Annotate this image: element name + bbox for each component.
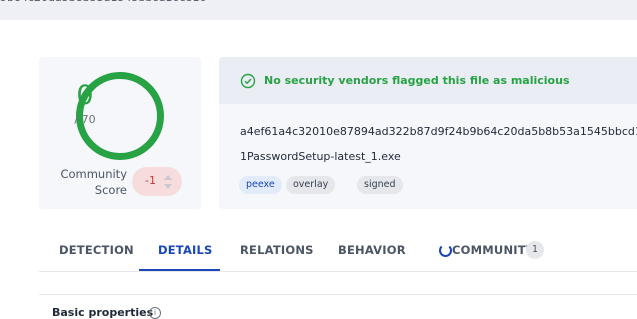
tag-signed[interactable]: signed	[357, 176, 403, 194]
verdict-text: No security vendors flagged this file as…	[264, 74, 570, 87]
tag-overlay[interactable]: overlay	[286, 176, 336, 194]
section-divider	[39, 294, 637, 295]
tab-detection[interactable]: DETECTION	[59, 243, 134, 257]
community-vote-widget: -1	[132, 167, 182, 196]
vote-up-icon[interactable]	[164, 175, 172, 180]
check-circle-icon	[240, 73, 256, 89]
vote-down-icon[interactable]	[164, 184, 172, 189]
tab-community[interactable]: COMMUNITY	[452, 243, 534, 257]
community-score-label: Community Score	[60, 167, 127, 197]
section-title: Basic properties	[52, 306, 154, 319]
tag-peexe[interactable]: peexe	[239, 176, 282, 194]
file-hash[interactable]: a4ef61a4c32010e87894ad322b87d9f24b9b64c2…	[240, 125, 637, 138]
file-name: 1PasswordSetup-latest_1.exe	[240, 150, 401, 163]
info-icon[interactable]: i	[149, 307, 161, 319]
detection-total: / 70	[74, 113, 96, 126]
detection-score-card: 0 / 70 Community Score -1	[39, 57, 201, 209]
verdict-banner: No security vendors flagged this file as…	[219, 57, 637, 104]
loading-spinner-icon	[439, 244, 452, 257]
tab-relations[interactable]: RELATIONS	[240, 243, 314, 257]
top-bar: 9b84c20da5b8b53a1545bbcd16c810	[0, 0, 637, 20]
community-score-value: -1	[145, 174, 156, 187]
header-hash: 9b84c20da5b8b53a1545bbcd16c810	[0, 0, 206, 4]
tab-behavior[interactable]: BEHAVIOR	[338, 243, 406, 257]
report-tabs: DETECTION DETAILS RELATIONS BEHAVIOR COM…	[39, 234, 637, 272]
tabs-divider	[39, 271, 637, 272]
tab-details[interactable]: DETAILS	[158, 243, 213, 257]
community-count-badge: 1	[526, 241, 544, 259]
file-info-card: No security vendors flagged this file as…	[219, 57, 637, 209]
detection-count: 0	[76, 80, 94, 111]
